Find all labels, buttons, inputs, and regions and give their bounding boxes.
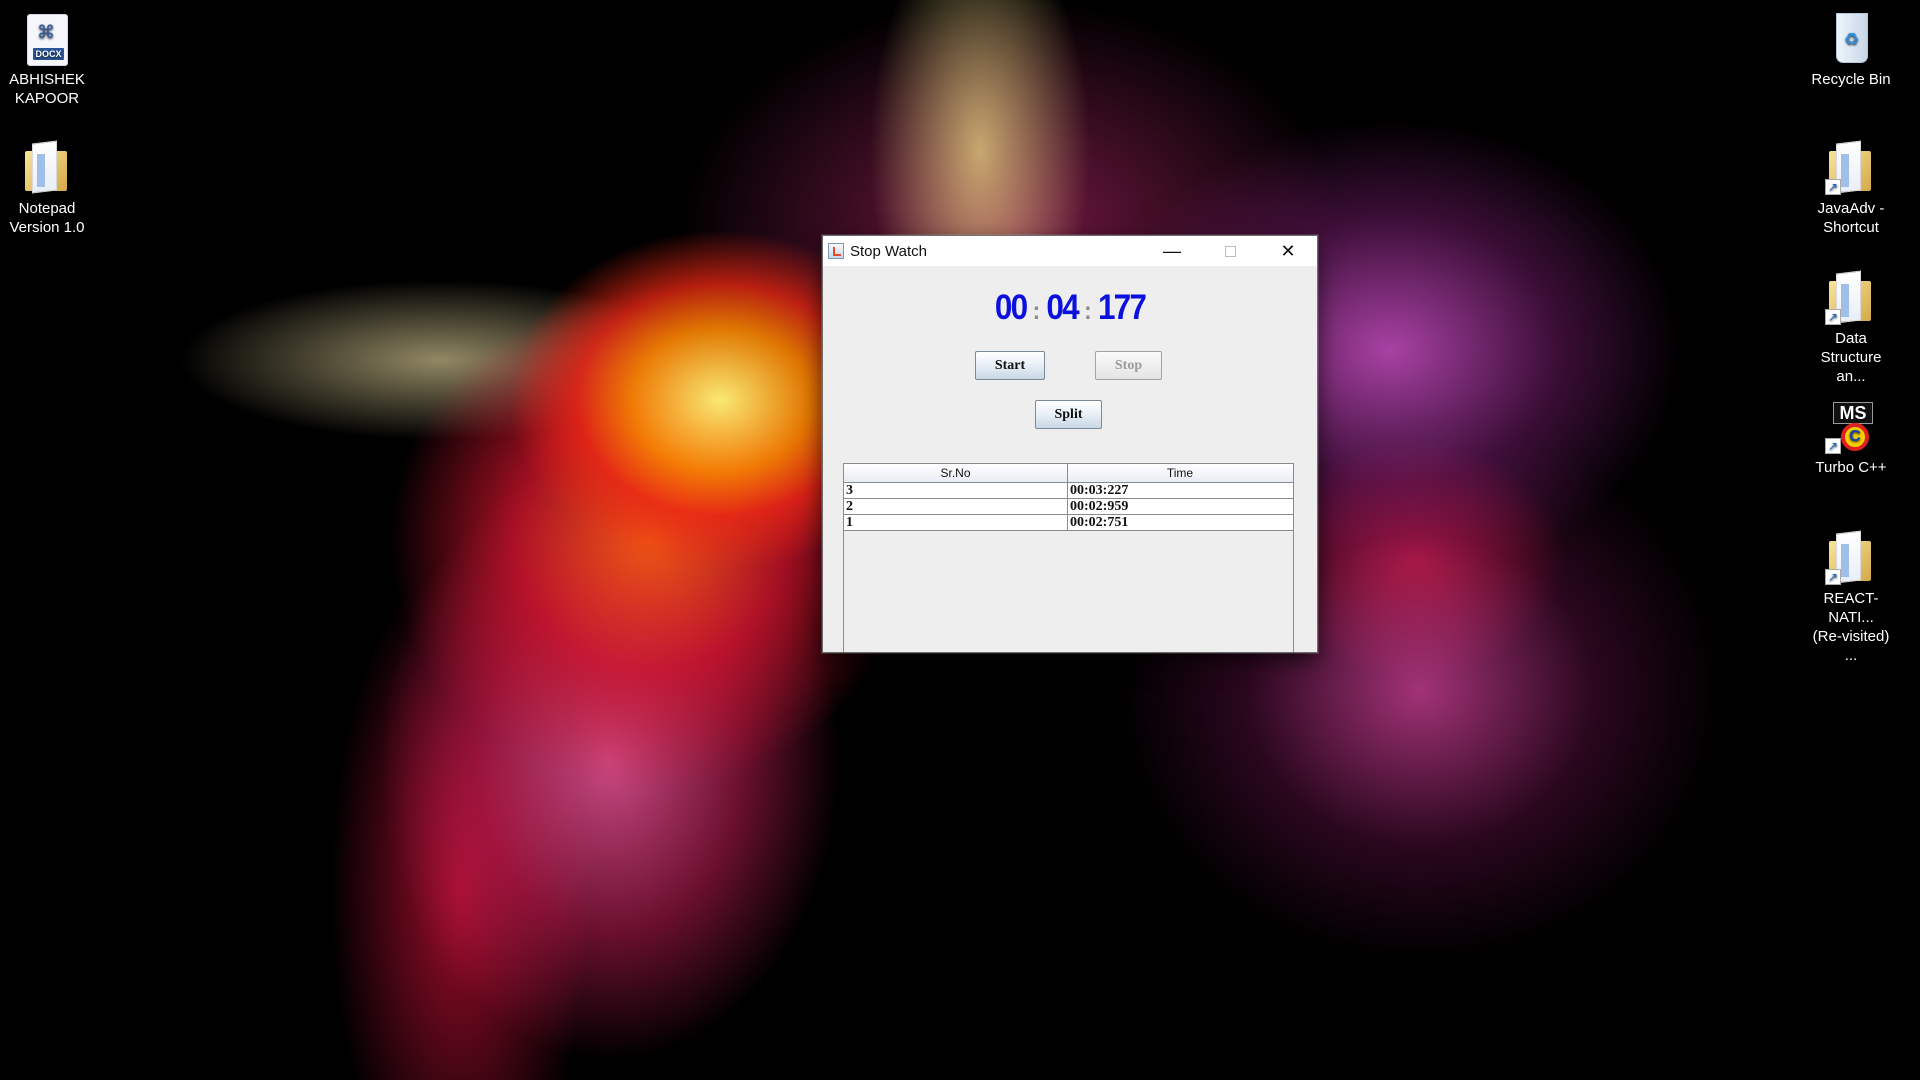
desktop-icon-react-native[interactable]: ↗ REACT-NATI... (Re-visited) ... bbox=[1805, 529, 1897, 665]
table-row[interactable]: 2 00:02:959 bbox=[844, 499, 1293, 515]
window-title: Stop Watch bbox=[850, 242, 927, 260]
minimize-button[interactable]: — bbox=[1143, 236, 1201, 266]
window-titlebar[interactable]: Stop Watch — ✕ bbox=[823, 236, 1317, 266]
shortcut-arrow-icon: ↗ bbox=[1825, 309, 1841, 325]
folder-graphic bbox=[25, 151, 67, 191]
table-row[interactable]: 1 00:02:751 bbox=[844, 515, 1293, 531]
time-cell: 00:02:751 bbox=[1070, 515, 1129, 530]
sr-no-header[interactable]: Sr.No bbox=[844, 464, 1068, 482]
time-header[interactable]: Time bbox=[1068, 464, 1292, 482]
sr-no-cell: 2 bbox=[844, 499, 1068, 514]
time-separator: : bbox=[1084, 297, 1092, 325]
desktop-icon-label: ABHISHEK KAPOOR bbox=[9, 71, 85, 107]
stop-watch-window: Stop Watch — ✕ 00:04:177 Start Stop Spli… bbox=[822, 235, 1318, 653]
close-icon: ✕ bbox=[1280, 241, 1296, 261]
desktop-icon-label: Notepad Version 1.0 bbox=[9, 200, 85, 236]
stopwatch-display: 00:04:177 bbox=[848, 288, 1293, 331]
desktop-icon-label: REACT-NATI... (Re-visited) ... bbox=[1812, 590, 1890, 664]
desktop-icon-label: JavaAdv - Shortcut bbox=[1817, 200, 1885, 236]
shortcut-arrow-icon: ↗ bbox=[1825, 179, 1841, 195]
recycle-bin-icon: ♻ bbox=[1825, 10, 1877, 66]
time-cell: 00:02:959 bbox=[1070, 499, 1129, 514]
table-row[interactable]: 3 00:03:227 bbox=[844, 483, 1293, 499]
folder-shortcut-icon: ↗ bbox=[1825, 529, 1877, 585]
folder-shortcut-icon: ↗ bbox=[1825, 139, 1877, 195]
folder-shortcut-icon: ↗ bbox=[1825, 269, 1877, 325]
window-controls: — ✕ bbox=[1143, 236, 1317, 266]
minimize-icon: — bbox=[1163, 241, 1181, 261]
desktop-icon-abhishek-kapoor[interactable]: ⌘ DOCX ABHISHEK KAPOOR bbox=[1, 10, 93, 108]
document-graphic: ⌘ DOCX bbox=[27, 14, 68, 66]
desktop-icon-notepad-version[interactable]: Notepad Version 1.0 bbox=[1, 139, 93, 237]
desktop-icon-javaadv-shortcut[interactable]: ↗ JavaAdv - Shortcut bbox=[1805, 139, 1897, 237]
desktop-background: ⌘ DOCX ABHISHEK KAPOOR Notepad Version 1… bbox=[0, 0, 1920, 1080]
recycle-symbol-icon: ♻ bbox=[1844, 30, 1860, 49]
minutes-value: 00 bbox=[994, 288, 1028, 327]
split-times-table[interactable]: Sr.No Time 3 00:03:227 2 00:02:959 1 00:… bbox=[843, 463, 1294, 652]
desktop-icon-label: Turbo C++ bbox=[1815, 459, 1887, 476]
docx-badge: DOCX bbox=[33, 48, 64, 60]
start-button[interactable]: Start bbox=[975, 351, 1045, 380]
sr-no-cell: 1 bbox=[844, 515, 1068, 530]
time-separator: : bbox=[1032, 297, 1041, 325]
time-cell: 00:03:227 bbox=[1070, 483, 1129, 498]
shortcut-arrow-icon: ↗ bbox=[1825, 438, 1841, 454]
word-document-symbol-icon: ⌘ bbox=[37, 22, 55, 42]
desktop-icon-label: Recycle Bin bbox=[1811, 71, 1891, 88]
desktop-icon-label: Data Structure an... bbox=[1820, 330, 1882, 385]
turbo-c-symbol-icon: C bbox=[1841, 423, 1869, 451]
desktop-icon-turbo-cpp[interactable]: MS C ↗ Turbo C++ bbox=[1805, 398, 1897, 477]
table-header: Sr.No Time bbox=[844, 463, 1293, 483]
maximize-icon bbox=[1224, 245, 1236, 257]
seconds-value: 04 bbox=[1046, 288, 1079, 327]
recycle-bin-graphic: ♻ bbox=[1836, 13, 1868, 63]
turbo-ms-badge: MS bbox=[1833, 402, 1873, 424]
java-app-icon bbox=[828, 243, 844, 259]
close-button[interactable]: ✕ bbox=[1259, 236, 1317, 266]
split-button[interactable]: Split bbox=[1035, 400, 1102, 429]
stop-button: Stop bbox=[1095, 351, 1162, 380]
shortcut-arrow-icon: ↗ bbox=[1825, 569, 1841, 585]
desktop-icon-data-structure[interactable]: ↗ Data Structure an... bbox=[1805, 269, 1897, 386]
milliseconds-value: 177 bbox=[1097, 288, 1147, 327]
maximize-button bbox=[1201, 236, 1259, 266]
desktop-icon-recycle-bin[interactable]: ♻ Recycle Bin bbox=[1805, 10, 1897, 89]
folder-icon bbox=[21, 139, 73, 195]
turbo-cpp-icon: MS C ↗ bbox=[1825, 398, 1877, 454]
docx-file-icon: ⌘ DOCX bbox=[21, 10, 73, 66]
sr-no-cell: 3 bbox=[844, 483, 1068, 498]
